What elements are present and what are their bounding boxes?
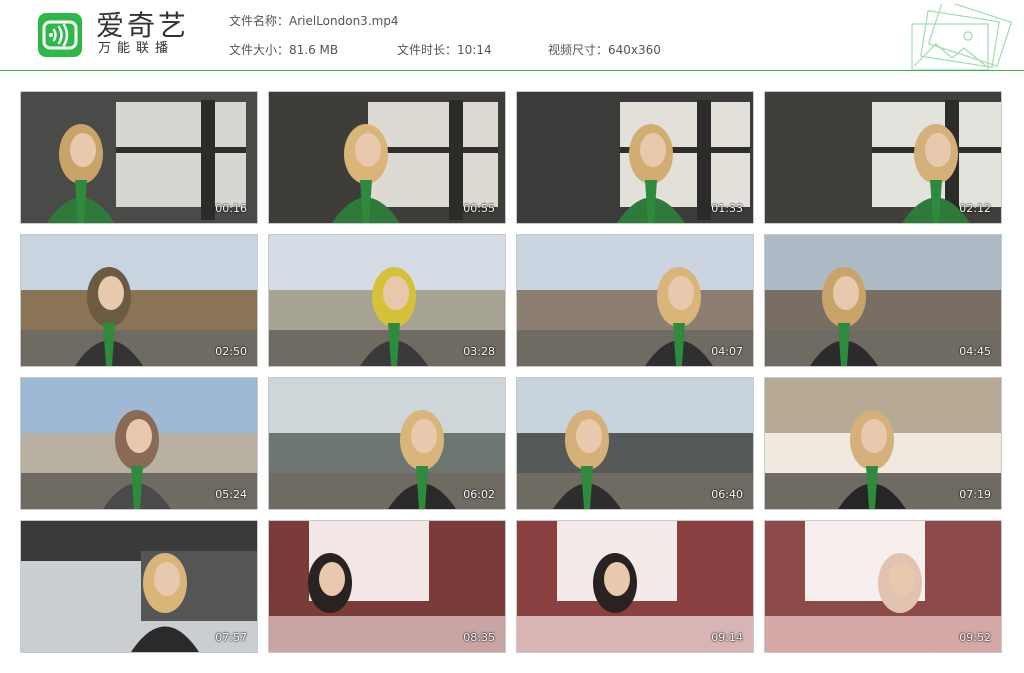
thumbnail-timestamp: 06:40 — [711, 488, 743, 501]
video-thumbnail[interactable]: 09:52 — [764, 520, 1002, 653]
thumbnail-timestamp: 09:52 — [959, 631, 991, 644]
video-thumbnail[interactable]: 08:35 — [268, 520, 506, 653]
video-thumbnail[interactable]: 02:12 — [764, 91, 1002, 224]
video-thumbnail[interactable]: 06:02 — [268, 377, 506, 510]
thumbnail-timestamp: 02:50 — [215, 345, 247, 358]
thumbnail-timestamp: 07:57 — [215, 631, 247, 644]
video-thumbnail[interactable]: 09:14 — [516, 520, 754, 653]
video-thumbnail[interactable]: 03:28 — [268, 234, 506, 367]
video-dimensions: 视频尺寸：640x360 — [548, 43, 661, 57]
thumbnail-timestamp: 00:16 — [215, 202, 247, 215]
thumbnail-timestamp: 06:02 — [463, 488, 495, 501]
video-thumbnail[interactable]: 01:33 — [516, 91, 754, 224]
video-thumbnail[interactable]: 07:57 — [20, 520, 258, 653]
video-thumbnail[interactable]: 05:24 — [20, 377, 258, 510]
decorative-picture-icon — [911, 4, 1013, 70]
file-size: 文件大小：81.6 MB — [229, 43, 339, 57]
video-thumbnail[interactable]: 00:55 — [268, 91, 506, 224]
thumbnail-timestamp: 08:35 — [463, 631, 495, 644]
thumbnail-grid: 00:16 00:55 01:33 02:12 02:50 03:28 04:07 04:45… — [20, 91, 1002, 653]
thumbnail-timestamp: 04:07 — [711, 345, 743, 358]
file-duration: 文件时长：10:14 — [397, 43, 492, 57]
thumbnail-timestamp: 02:12 — [959, 202, 991, 215]
thumbnail-timestamp: 09:14 — [711, 631, 743, 644]
video-thumbnail[interactable]: 04:07 — [516, 234, 754, 367]
brand-title: 爱奇艺 — [96, 9, 190, 42]
video-thumbnail[interactable]: 04:45 — [764, 234, 1002, 367]
video-thumbnail[interactable]: 02:50 — [20, 234, 258, 367]
thumbnail-timestamp: 04:45 — [959, 345, 991, 358]
thumbnail-timestamp: 03:28 — [463, 345, 495, 358]
video-thumbnail[interactable]: 07:19 — [764, 377, 1002, 510]
video-thumbnail[interactable]: 00:16 — [20, 91, 258, 224]
file-name: 文件名称：ArielLondon3.mp4 — [229, 14, 399, 28]
thumbnail-timestamp: 07:19 — [959, 488, 991, 501]
header-bar: 爱奇艺 万能联播 文件名称：ArielLondon3.mp4 文件大小：81.6… — [0, 0, 1024, 71]
thumbnail-timestamp: 01:33 — [711, 202, 743, 215]
brand-subtitle: 万能联播 — [98, 41, 175, 56]
video-thumbnail[interactable]: 06:40 — [516, 377, 754, 510]
thumbnail-timestamp: 05:24 — [215, 488, 247, 501]
thumbnail-timestamp: 00:55 — [463, 202, 495, 215]
tv-broadcast-icon — [38, 13, 82, 57]
